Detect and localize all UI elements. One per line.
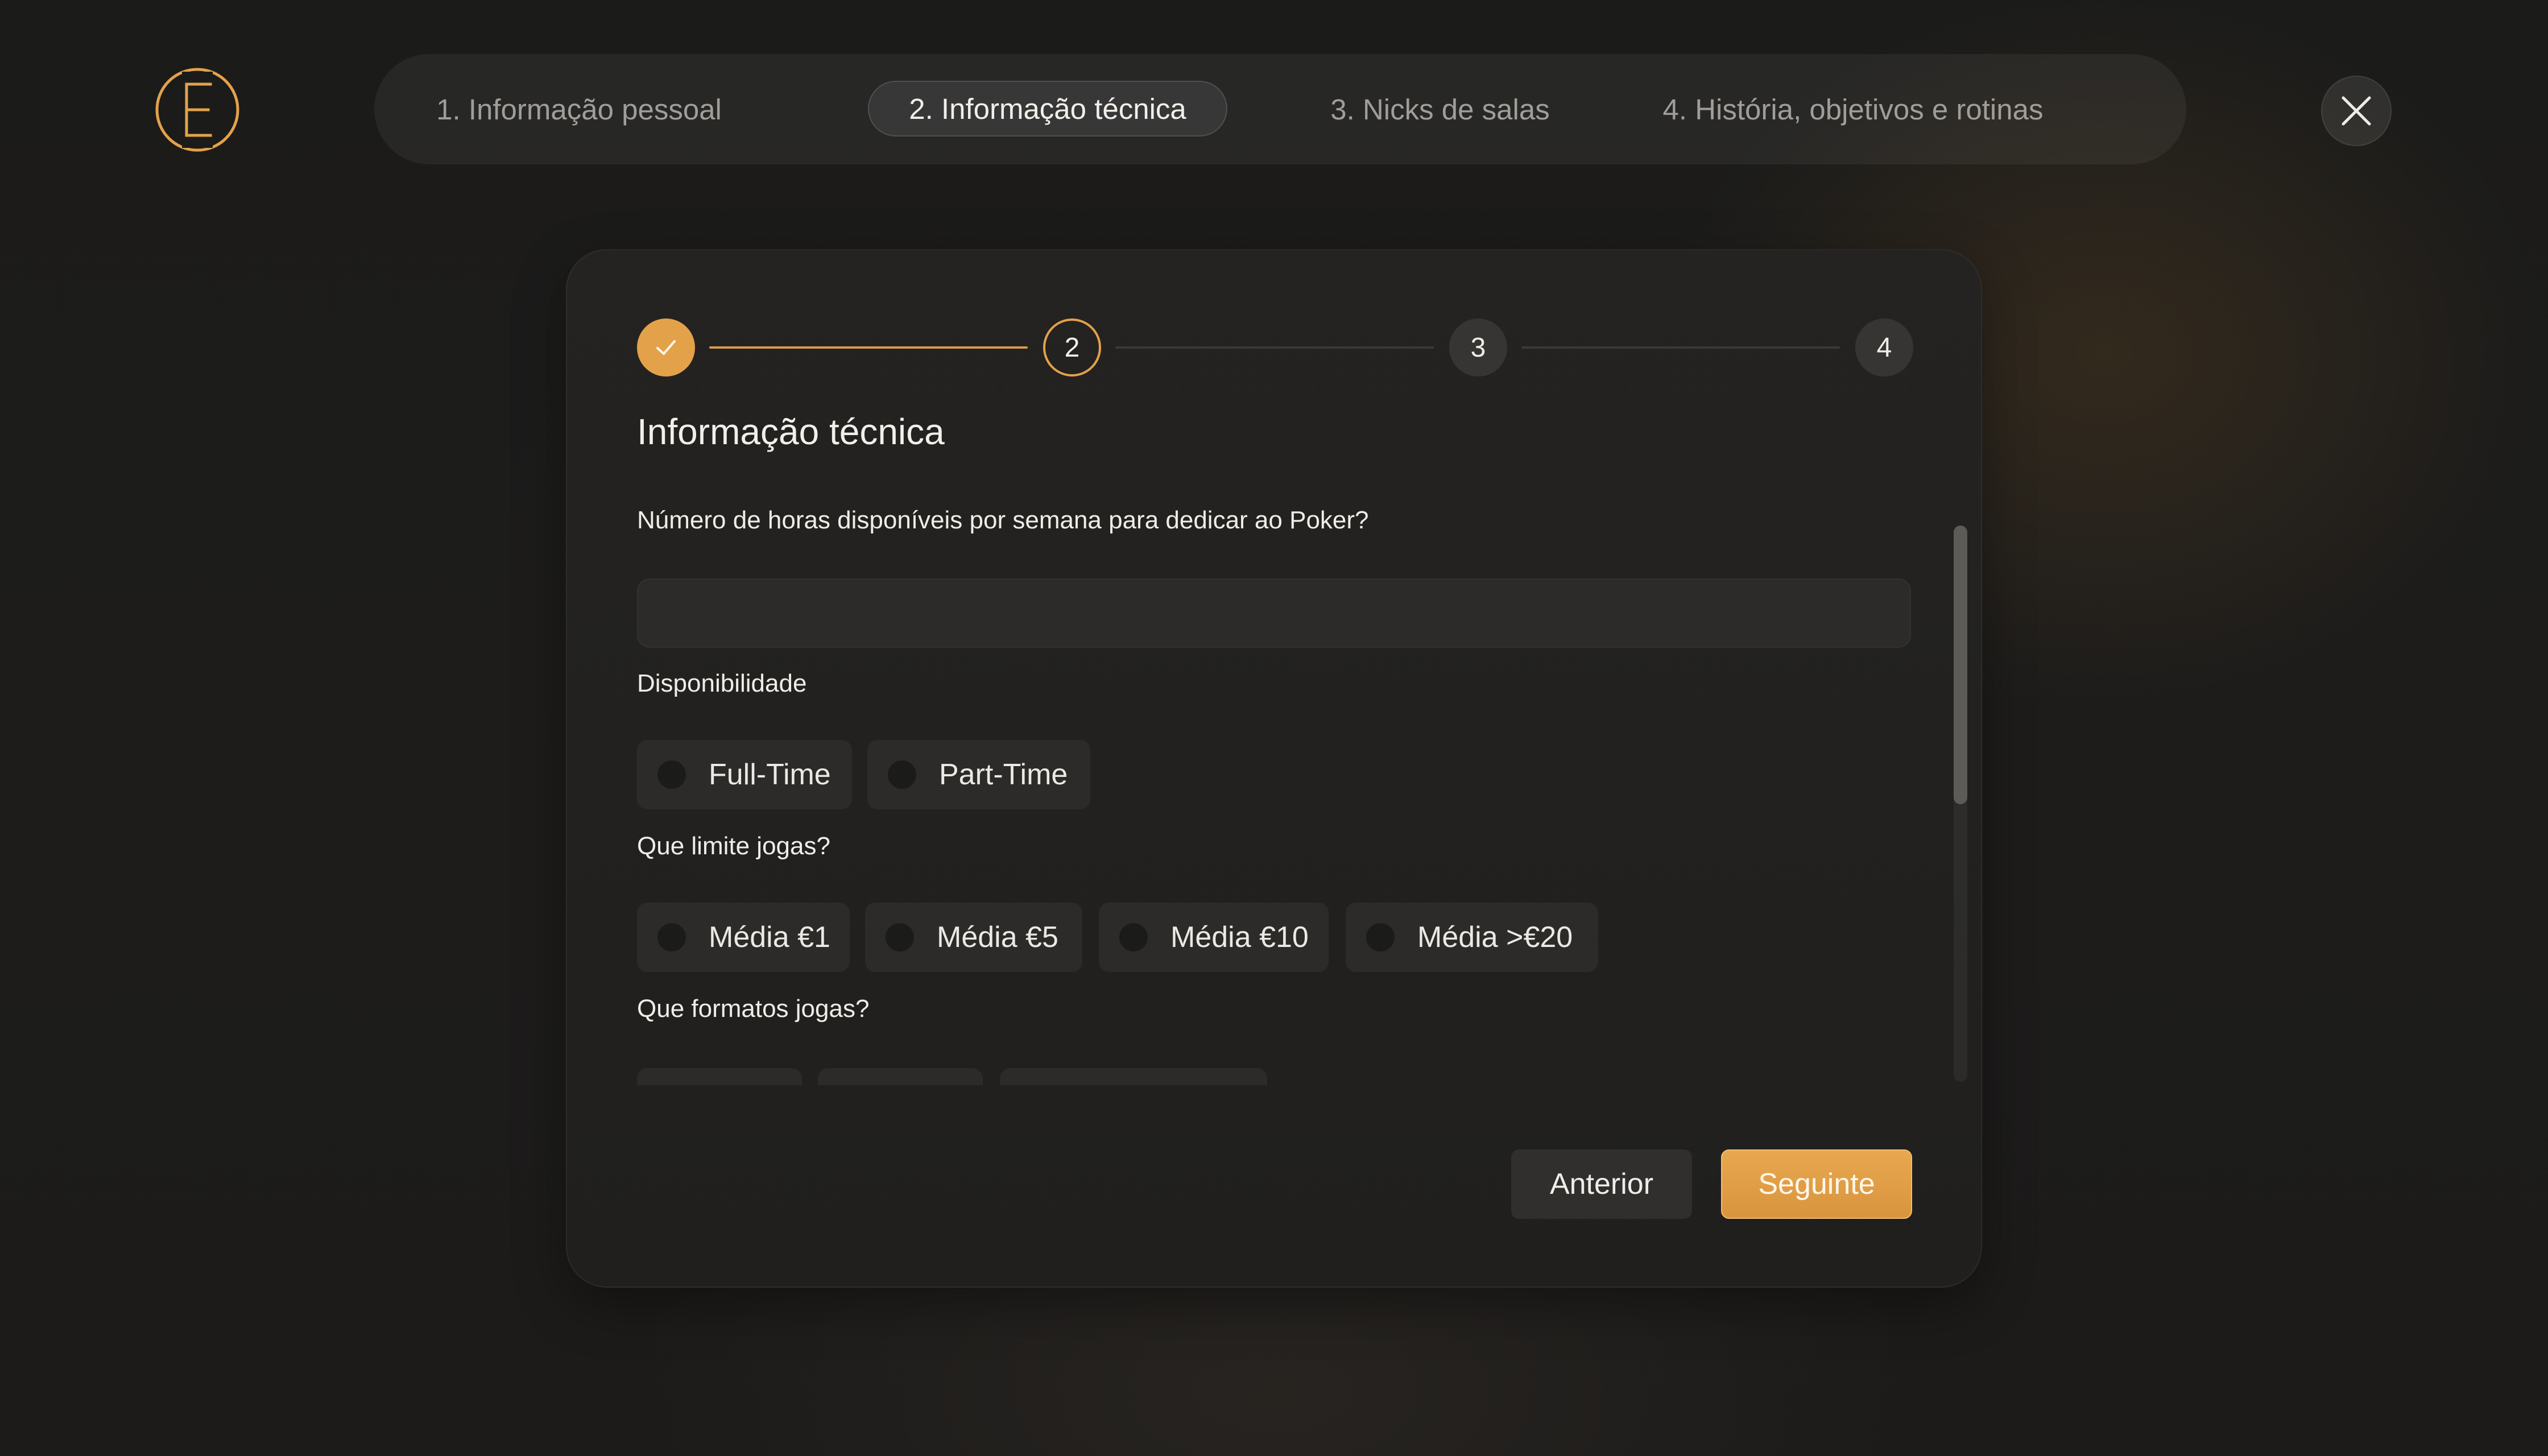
format-option[interactable] bbox=[1000, 1068, 1267, 1085]
option-label: Full-Time bbox=[709, 758, 831, 791]
option-label: Média €1 bbox=[709, 921, 830, 954]
logo bbox=[155, 67, 240, 152]
availability-option-full-time[interactable]: Full-Time bbox=[637, 740, 852, 809]
progress-step-2: 2 bbox=[1043, 318, 1101, 377]
step-navigation: 1. Informação pessoal 2. Informação técn… bbox=[374, 54, 2186, 164]
format-option[interactable] bbox=[637, 1068, 802, 1085]
close-icon bbox=[2342, 96, 2371, 126]
e-monogram-logo-icon bbox=[155, 68, 239, 152]
format-option[interactable] bbox=[818, 1068, 983, 1085]
option-label: Média >€20 bbox=[1417, 921, 1573, 954]
option-label: Média €5 bbox=[937, 921, 1058, 954]
radio-button[interactable] bbox=[657, 760, 686, 789]
radio-button[interactable] bbox=[888, 760, 916, 789]
close-button[interactable] bbox=[2321, 76, 2392, 146]
progress-line bbox=[1115, 346, 1434, 349]
hours-question-label: Número de horas disponíveis por semana p… bbox=[637, 506, 1369, 534]
availability-label: Disponibilidade bbox=[637, 669, 807, 697]
next-button[interactable]: Seguinte bbox=[1721, 1149, 1912, 1219]
tab-nicks-de-salas[interactable]: 3. Nicks de salas bbox=[1321, 54, 1560, 164]
progress-step-1 bbox=[637, 318, 695, 377]
previous-button[interactable]: Anterior bbox=[1511, 1149, 1692, 1219]
tab-informacao-pessoal[interactable]: 1. Informação pessoal bbox=[436, 54, 722, 164]
form-card: 2 3 4 Informação técnica Número de horas… bbox=[566, 249, 1982, 1288]
limit-option-media-1[interactable]: Média €1 bbox=[637, 903, 850, 972]
radio-button[interactable] bbox=[1366, 923, 1395, 952]
radio-button[interactable] bbox=[886, 923, 914, 952]
tab-informacao-tecnica[interactable]: 2. Informação técnica bbox=[868, 81, 1227, 136]
formats-label: Que formatos jogas? bbox=[637, 995, 870, 1023]
hours-input[interactable] bbox=[637, 578, 1911, 648]
limit-option-media-20-plus[interactable]: Média >€20 bbox=[1346, 903, 1598, 972]
page-title: Informação técnica bbox=[637, 411, 945, 452]
option-label: Média €10 bbox=[1170, 921, 1309, 954]
availability-option-part-time[interactable]: Part-Time bbox=[867, 740, 1090, 809]
progress-step-4: 4 bbox=[1855, 318, 1913, 377]
check-icon bbox=[656, 340, 676, 355]
progress-step-3: 3 bbox=[1449, 318, 1507, 377]
option-label: Part-Time bbox=[939, 758, 1068, 791]
scrollbar-thumb[interactable] bbox=[1954, 526, 1967, 804]
progress-line-completed bbox=[709, 346, 1028, 349]
limit-option-media-10[interactable]: Média €10 bbox=[1099, 903, 1329, 972]
radio-button[interactable] bbox=[657, 923, 686, 952]
limit-option-media-5[interactable]: Média €5 bbox=[865, 903, 1082, 972]
limit-label: Que limite jogas? bbox=[637, 832, 830, 860]
radio-button[interactable] bbox=[1119, 923, 1148, 952]
progress-line bbox=[1521, 346, 1840, 349]
tab-historia-objetivos-rotinas[interactable]: 4. História, objetivos e rotinas bbox=[1663, 54, 2044, 164]
